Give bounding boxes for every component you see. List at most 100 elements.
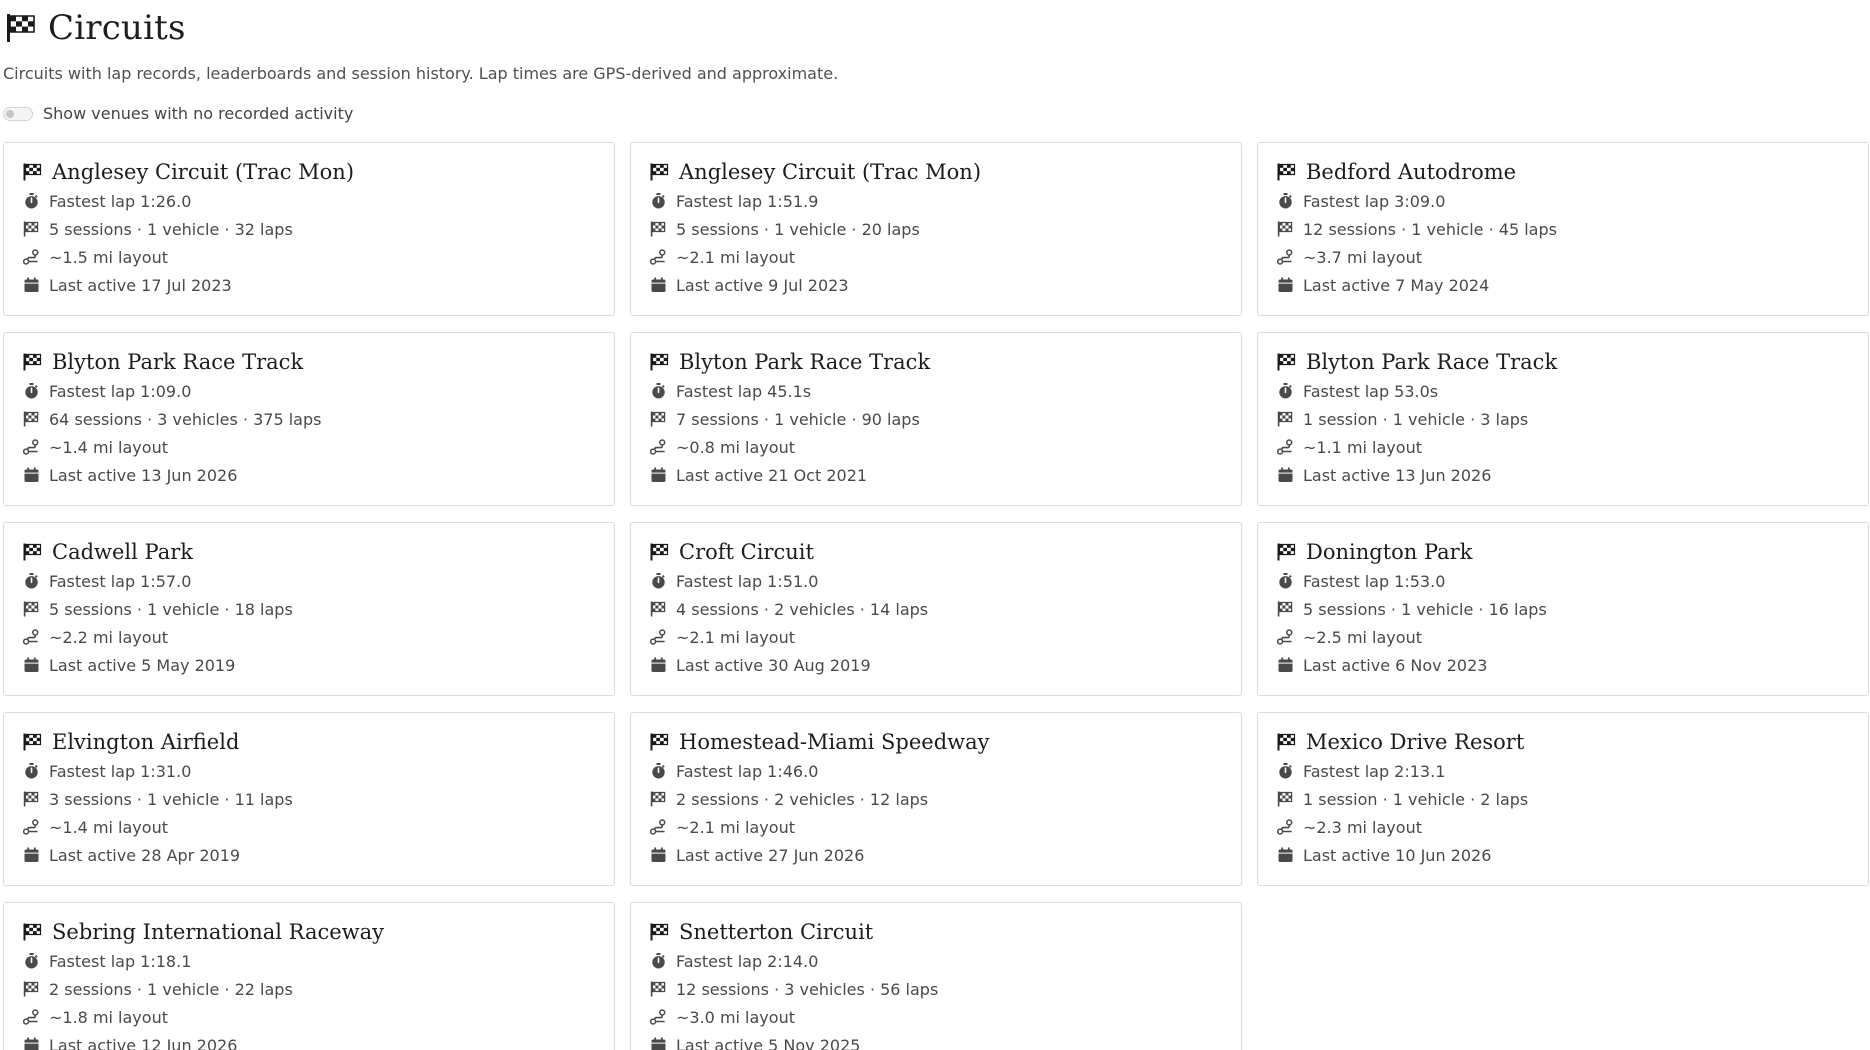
fastest-lap-row: Fastest lap 1:26.0 [23,187,596,215]
session-summary-row: 12 sessions · 1 vehicle · 45 laps [1277,215,1850,243]
circuit-card[interactable]: Mexico Drive Resort Fastest lap 2:13.1 1 s… [1257,712,1869,886]
circuit-card[interactable]: Bedford Autodrome Fastest lap 3:09.0 12 se… [1257,142,1869,316]
session-summary: 4 sessions · 2 vehicles · 14 laps [676,599,929,619]
flag-outline-icon [23,601,39,617]
flag-outline-icon [1277,411,1293,427]
checkered-flag-icon [23,163,42,181]
fastest-lap: Fastest lap 3:09.0 [1303,191,1446,211]
stopwatch-icon [650,573,666,589]
session-summary: 5 sessions · 1 vehicle · 18 laps [49,599,293,619]
layout-length-row: ~2.1 mi layout [650,623,1223,651]
fastest-lap: Fastest lap 1:46.0 [676,761,819,781]
last-active-row: Last active 21 Oct 2021 [650,461,1223,489]
route-icon [1277,439,1293,455]
layout-length-row: ~2.1 mi layout [650,813,1223,841]
route-icon [1277,629,1293,645]
last-active: Last active 13 Jun 2026 [1303,465,1492,485]
last-active: Last active 10 Jun 2026 [1303,845,1492,865]
circuit-name: Blyton Park Race Track [1306,350,1558,374]
circuit-card[interactable]: Sebring International Raceway Fastest lap… [3,902,615,1050]
session-summary-row: 5 sessions · 1 vehicle · 32 laps [23,215,596,243]
stopwatch-icon [650,383,666,399]
flag-outline-icon [650,221,666,237]
fastest-lap: Fastest lap 1:09.0 [49,381,192,401]
circuit-card[interactable]: Anglesey Circuit (Trac Mon) Fastest lap 1… [630,142,1242,316]
show-inactive-label[interactable]: Show venues with no recorded activity [43,104,353,123]
fastest-lap-row: Fastest lap 2:14.0 [650,947,1223,975]
circuit-grid: Anglesey Circuit (Trac Mon) Fastest lap 1… [3,142,1869,1050]
route-icon [23,629,39,645]
route-icon [650,439,666,455]
fastest-lap-row: Fastest lap 1:57.0 [23,567,596,595]
calendar-icon [23,657,39,673]
session-summary: 5 sessions · 1 vehicle · 20 laps [676,219,920,239]
checkered-flag-icon [650,543,669,561]
session-summary: 5 sessions · 1 vehicle · 16 laps [1303,599,1547,619]
flag-outline-icon [650,601,666,617]
circuit-card-header: Bedford Autodrome [1277,157,1850,187]
fastest-lap-row: Fastest lap 1:46.0 [650,757,1223,785]
circuit-card[interactable]: Donington Park Fastest lap 1:53.0 5 sessio… [1257,522,1869,696]
circuit-card[interactable]: Elvington Airfield Fastest lap 1:31.0 3 se… [3,712,615,886]
circuit-card[interactable]: Blyton Park Race Track Fastest lap 1:09.0… [3,332,615,506]
fastest-lap: Fastest lap 2:14.0 [676,951,819,971]
calendar-icon [650,847,666,863]
stopwatch-icon [1277,573,1293,589]
route-icon [1277,819,1293,835]
calendar-icon [23,467,39,483]
last-active-row: Last active 13 Jun 2026 [23,461,596,489]
calendar-icon [23,847,39,863]
circuit-name: Mexico Drive Resort [1306,730,1525,754]
last-active-row: Last active 5 Nov 2025 [650,1031,1223,1050]
circuit-name: Blyton Park Race Track [679,350,931,374]
checkered-flag-icon [650,923,669,941]
session-summary: 3 sessions · 1 vehicle · 11 laps [49,789,293,809]
show-inactive-toggle[interactable] [3,106,33,121]
last-active-row: Last active 10 Jun 2026 [1277,841,1850,869]
layout-length: ~3.0 mi layout [676,1007,795,1027]
calendar-icon [1277,657,1293,673]
session-summary: 5 sessions · 1 vehicle · 32 laps [49,219,293,239]
circuit-card-header: Donington Park [1277,537,1850,567]
last-active-row: Last active 27 Jun 2026 [650,841,1223,869]
circuit-card-header: Blyton Park Race Track [650,347,1223,377]
stopwatch-icon [650,953,666,969]
circuit-card[interactable]: Snetterton Circuit Fastest lap 2:14.0 12 s… [630,902,1242,1050]
circuit-card[interactable]: Cadwell Park Fastest lap 1:57.0 5 sessions… [3,522,615,696]
circuit-card[interactable]: Homestead-Miami Speedway Fastest lap 1:46… [630,712,1242,886]
session-summary: 1 session · 1 vehicle · 3 laps [1303,409,1529,429]
checkered-flag-icon [1277,353,1296,371]
flag-outline-icon [23,791,39,807]
stopwatch-icon [23,383,39,399]
circuit-name: Anglesey Circuit (Trac Mon) [679,160,982,184]
checkered-flag-icon [23,923,42,941]
flag-outline-icon [1277,221,1293,237]
checkered-flag-icon [650,353,669,371]
page-header: Circuits [6,6,186,50]
fastest-lap-row: Fastest lap 53.0s [1277,377,1850,405]
layout-length: ~2.3 mi layout [1303,817,1422,837]
fastest-lap-row: Fastest lap 1:31.0 [23,757,596,785]
fastest-lap-row: Fastest lap 1:09.0 [23,377,596,405]
layout-length: ~1.8 mi layout [49,1007,168,1027]
session-summary-row: 5 sessions · 1 vehicle · 18 laps [23,595,596,623]
session-summary-row: 12 sessions · 3 vehicles · 56 laps [650,975,1223,1003]
session-summary-row: 64 sessions · 3 vehicles · 375 laps [23,405,596,433]
route-icon [650,629,666,645]
circuit-name: Elvington Airfield [52,730,240,754]
circuit-card[interactable]: Croft Circuit Fastest lap 1:51.0 4 session… [630,522,1242,696]
page-title: Circuits [48,8,186,48]
circuit-card[interactable]: Anglesey Circuit (Trac Mon) Fastest lap 1… [3,142,615,316]
circuit-card-header: Croft Circuit [650,537,1223,567]
circuit-card[interactable]: Blyton Park Race Track Fastest lap 53.0s 1… [1257,332,1869,506]
session-summary: 2 sessions · 2 vehicles · 12 laps [676,789,929,809]
last-active: Last active 27 Jun 2026 [676,845,865,865]
show-inactive-toggle-row[interactable]: Show venues with no recorded activity [3,104,353,123]
last-active: Last active 30 Aug 2019 [676,655,871,675]
route-icon [650,1009,666,1025]
circuit-name: Cadwell Park [52,540,194,564]
flag-outline-icon [23,981,39,997]
layout-length: ~2.5 mi layout [1303,627,1422,647]
circuit-card[interactable]: Blyton Park Race Track Fastest lap 45.1s 7… [630,332,1242,506]
layout-length-row: ~1.5 mi layout [23,243,596,271]
